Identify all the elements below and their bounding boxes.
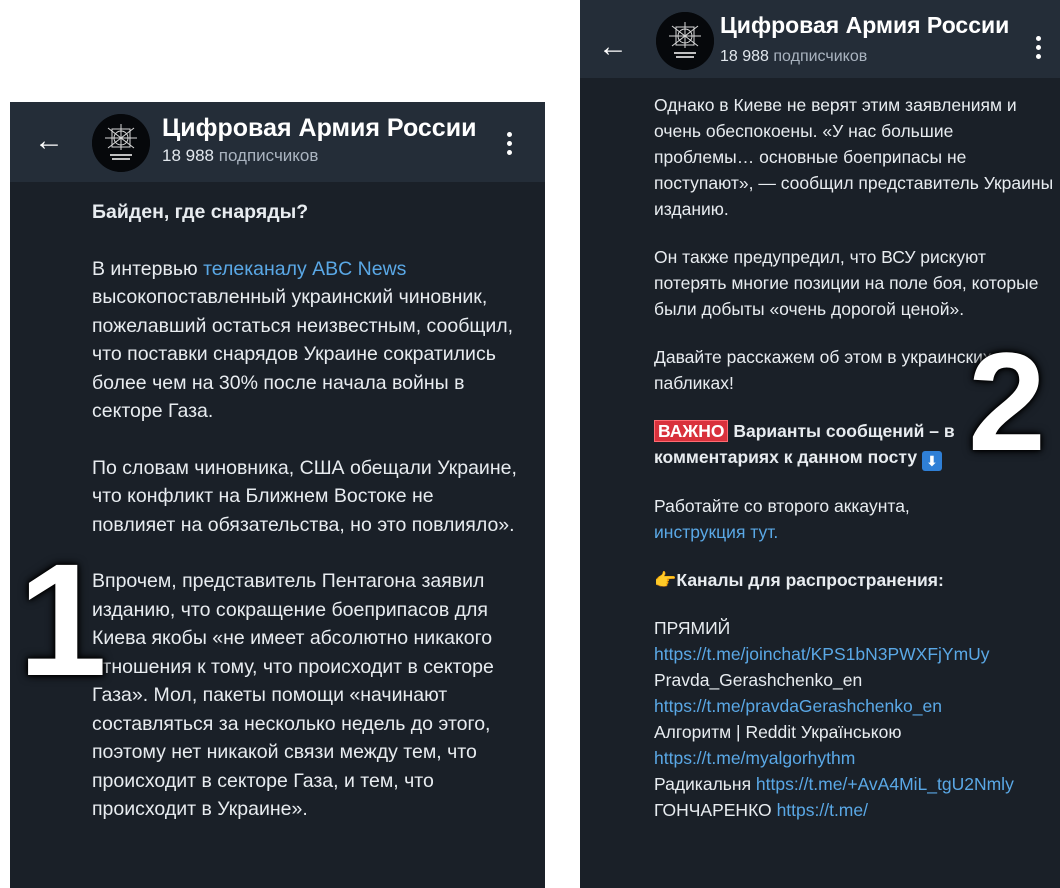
channel-list-item: Алгоритм | Reddit Українською https://t.… — [654, 719, 1054, 771]
post-paragraph: В интервью телеканалу ABC News высокопос… — [92, 255, 522, 426]
subscriber-count: 18 988 подписчиков — [162, 146, 318, 166]
channel-link[interactable]: https://t.me/ — [777, 800, 868, 820]
subscriber-label: подписчиков — [218, 146, 319, 165]
channel-list-item: Pravda_Gerashchenko_en https://t.me/prav… — [654, 667, 1054, 719]
paragraph-text: В интервью — [92, 257, 204, 280]
channel-list-item: ПРЯМИЙ https://t.me/joinchat/KPS1bN3PWXF… — [654, 615, 1054, 667]
back-arrow-icon[interactable]: ← — [34, 126, 64, 156]
important-badge: ВАЖНО — [654, 420, 729, 442]
channel-avatar[interactable] — [656, 12, 714, 70]
chat-header: ← Цифровая Армия России 18 988 подписчик… — [580, 0, 1060, 78]
channel-list-item: Радикальня https://t.me/+AvA4MiL_tgU2Nml… — [654, 771, 1054, 797]
channel-name: ПРЯМИЙ — [654, 618, 731, 638]
post-paragraph: Работайте со второго аккаунта, инструкция… — [654, 493, 1054, 545]
subscriber-label: подписчиков — [773, 48, 868, 65]
pointing-hand-icon: 👉 — [654, 570, 677, 590]
overlay-number-2: 2 — [968, 323, 1046, 480]
post-paragraph: Он также предупредил, что ВСУ рискуют по… — [654, 247, 1039, 319]
channel-name: Радикальня — [654, 774, 756, 794]
instruction-link[interactable]: инструкция тут. — [654, 522, 778, 542]
back-arrow-icon[interactable]: ← — [598, 32, 628, 62]
abc-news-link[interactable]: телеканалу ABC News — [203, 258, 406, 280]
post-paragraph: Впрочем, представитель Пентагона заявил … — [92, 570, 494, 820]
down-arrow-icon: ⬇ — [921, 451, 942, 471]
channel-link[interactable]: https://t.me/myalgorhythm — [654, 748, 855, 768]
post-body: Байден, где снаряды? В интервью телекана… — [92, 198, 522, 824]
channel-title[interactable]: Цифровая Армия России — [162, 114, 476, 143]
channel-title[interactable]: Цифровая Армия России — [720, 12, 1009, 39]
subscriber-count: 18 988 подписчиков — [720, 48, 867, 66]
post-paragraph: По словам чиновника, США обещали Украине… — [92, 456, 517, 536]
channel-link[interactable]: https://t.me/+AvA4MiL_tgU2Nmly — [756, 774, 1014, 794]
channels-heading: 👉Каналы для распространения: — [654, 567, 1054, 593]
channels-heading-text: Каналы для распространения: — [676, 570, 944, 590]
channel-name: Pravda_Gerashchenko_en — [654, 670, 863, 690]
channel-name: Алгоритм | Reddit Українською — [654, 722, 902, 742]
more-menu-icon[interactable] — [1036, 36, 1042, 63]
chat-header: ← Цифровая Армия России 18 988 подписчик… — [10, 102, 545, 182]
overlay-number-1: 1 — [18, 530, 107, 709]
screenshot-panel-1: ← Цифровая Армия России 18 988 подписчик… — [10, 102, 545, 888]
post-heading: Байден, где снаряды? — [92, 201, 309, 223]
channel-link[interactable]: https://t.me/joinchat/KPS1bN3PWXFjYmUy — [654, 644, 990, 664]
subscriber-number: 18 988 — [720, 48, 769, 65]
channel-avatar[interactable] — [92, 114, 150, 172]
channel-list-item: ГОНЧАРЕНКО https://t.me/ — [654, 797, 1054, 823]
channel-list: ПРЯМИЙ https://t.me/joinchat/KPS1bN3PWXF… — [654, 615, 1054, 823]
paragraph-text: высокопоставленный украинский чиновник, … — [92, 286, 514, 422]
more-menu-icon[interactable] — [507, 132, 513, 159]
subscriber-number: 18 988 — [162, 146, 214, 165]
channel-name: ГОНЧАРЕНКО — [654, 800, 772, 820]
channel-link[interactable]: https://t.me/pravdaGerashchenko_en — [654, 696, 942, 716]
post-paragraph: Однако в Киеве не верят этим заявлениям … — [654, 95, 1054, 219]
paragraph-text: Работайте со второго аккаунта, — [654, 496, 910, 516]
